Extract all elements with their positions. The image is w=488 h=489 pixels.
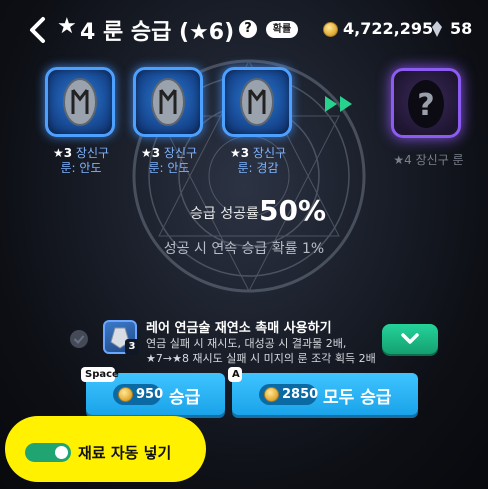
catalyst-description-2: ★7→★8 재시도 실패 시 미지의 룬 조각 획득 2배 <box>146 352 376 365</box>
gold-amount: 4,722,295 <box>343 19 434 38</box>
success-rate-value: 50% <box>259 194 327 227</box>
rune-stone-icon <box>63 78 97 126</box>
chain-rate-text: 성공 시 연속 승급 확률 1% <box>163 241 325 257</box>
auto-fill-toggle[interactable] <box>25 443 71 462</box>
catalyst-description-1: 연금 실패 시 재시도, 대성공 시 결과물 2배, <box>146 337 347 350</box>
upgrade-cost: 950 <box>136 387 164 402</box>
upgrade-all-button-label: 모두 승급 <box>323 388 392 408</box>
rune-label-1: ★3 장신구 룬: 안도 <box>52 146 110 175</box>
chevron-down-icon <box>401 333 419 344</box>
gem-icon <box>432 21 442 37</box>
upgrade-all-button[interactable]: 2850 모두 승급 <box>232 373 418 415</box>
rune-label-3: ★3 장신구 룬: 경감 <box>229 146 287 175</box>
success-rate-label: 승급 성공률 <box>190 206 259 222</box>
rune-stone-icon <box>240 78 274 126</box>
a-key-hint: A <box>228 367 242 382</box>
header-bar: ★ 4 룬 승급 (★6) ? 확률 4,722,295 58 <box>0 0 488 60</box>
result-rune-slot: ? <box>391 68 461 138</box>
rune-slot-2[interactable] <box>133 67 203 137</box>
gold-coin-icon <box>323 22 338 41</box>
rune-label-2: ★3 장신구 룬: 안도 <box>140 146 198 175</box>
catalyst-checkbox[interactable] <box>70 330 88 348</box>
gold-coin-icon <box>264 387 279 402</box>
gold-coin-icon <box>118 387 133 402</box>
page-title: 4 룬 승급 (★6) <box>80 20 235 45</box>
rune-slot-3[interactable] <box>222 67 292 137</box>
double-arrow-right-icon <box>325 96 352 112</box>
question-mark-icon: ? <box>408 80 444 128</box>
rune-stone-icon <box>151 78 185 126</box>
auto-fill-label: 재료 자동 넣기 <box>78 444 172 462</box>
catalyst-count: 3 <box>125 339 139 355</box>
title-star-icon: ★ <box>57 14 77 39</box>
chevron-left-icon[interactable] <box>26 16 48 44</box>
gem-amount: 58 <box>450 19 473 38</box>
expand-catalyst-button[interactable] <box>382 324 438 354</box>
result-rune-label: ★4 장신구 룬 <box>393 153 464 167</box>
space-key-hint: Space <box>81 367 119 382</box>
probability-button[interactable]: 확률 <box>266 21 298 38</box>
help-button[interactable]: ? <box>239 20 257 38</box>
svg-text:?: ? <box>417 88 434 123</box>
upgrade-all-cost: 2850 <box>282 387 319 402</box>
upgrade-button-label: 승급 <box>169 388 201 408</box>
rune-slot-1[interactable] <box>45 67 115 137</box>
upgrade-all-cost-pill: 2850 <box>259 384 319 405</box>
toggle-knob <box>55 446 68 459</box>
upgrade-cost-pill: 950 <box>113 384 164 405</box>
catalyst-title: 레어 연금술 재연소 촉매 사용하기 <box>146 321 332 336</box>
check-icon <box>73 335 85 344</box>
